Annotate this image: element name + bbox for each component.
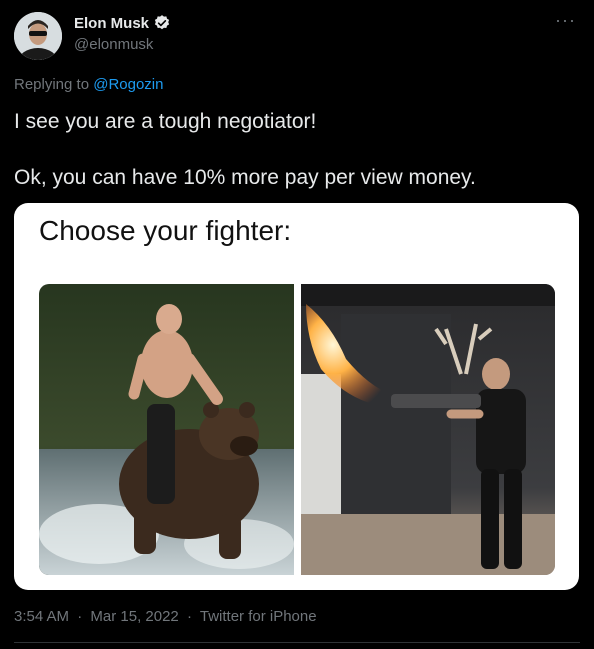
reply-mention-link[interactable]: @Rogozin bbox=[93, 76, 163, 93]
tweet-time[interactable]: 3:54 AM bbox=[14, 608, 69, 625]
author-name[interactable]: Elon Musk bbox=[74, 15, 149, 32]
meta-separator-2: · bbox=[186, 608, 192, 625]
media-photo-right bbox=[301, 284, 555, 575]
media-photo-left bbox=[39, 284, 294, 575]
tweet-text-line-1: I see you are a tough negotiator! bbox=[14, 110, 317, 133]
media-caption: Choose your fighter: bbox=[39, 215, 292, 246]
author-handle[interactable]: @elonmusk bbox=[74, 36, 153, 53]
author-name-row: Elon Musk bbox=[74, 14, 171, 32]
divider bbox=[14, 642, 580, 643]
tweet-text-line-2: Ok, you can have 10% more pay per view m… bbox=[14, 166, 476, 189]
avatar-image bbox=[14, 12, 62, 60]
tweet: Elon Musk @elonmusk ··· Replying to @Rog… bbox=[0, 0, 594, 649]
meta-separator: · bbox=[77, 608, 83, 625]
replying-prefix: Replying to bbox=[14, 76, 90, 93]
author-avatar[interactable] bbox=[14, 12, 62, 60]
tweet-media[interactable]: Choose your fighter: bbox=[14, 203, 579, 590]
tweet-source[interactable]: Twitter for iPhone bbox=[200, 608, 317, 625]
tweet-meta: 3:54 AM · Mar 15, 2022 · Twitter for iPh… bbox=[14, 608, 317, 625]
verified-badge-icon bbox=[153, 14, 171, 32]
more-options-icon[interactable]: ··· bbox=[555, 10, 576, 31]
tweet-date[interactable]: Mar 15, 2022 bbox=[90, 608, 178, 625]
replying-to: Replying to @Rogozin bbox=[14, 76, 163, 93]
